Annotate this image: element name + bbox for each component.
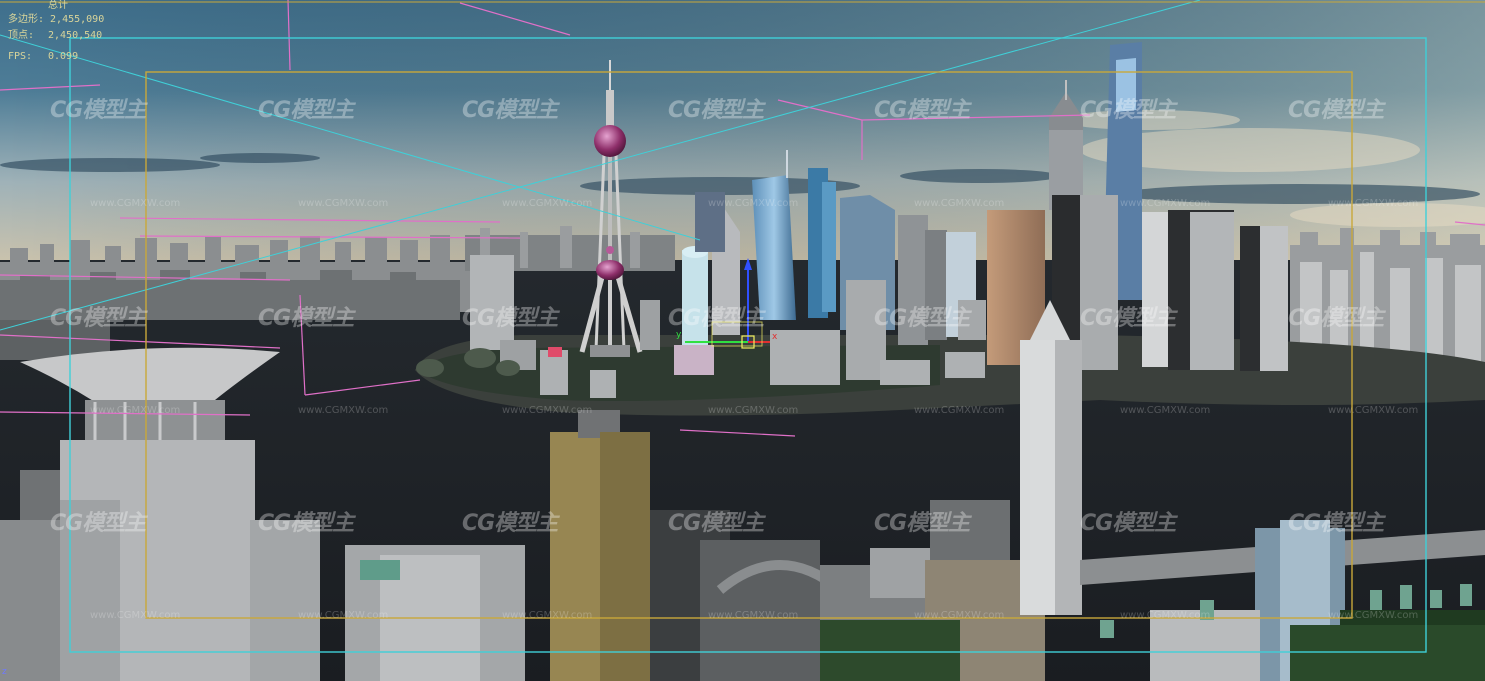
stats-header: 总计 — [8, 0, 104, 11]
fps-value: 0.099 — [48, 51, 79, 62]
vertices-value: 2,450,540 — [48, 30, 103, 41]
gizmo-x-label[interactable]: x — [772, 332, 777, 342]
fps-stat: FPS: 0.099 — [8, 51, 104, 62]
polygons-stat: 多边形: 2,455,090 — [8, 14, 104, 25]
city-scene[interactable] — [0, 0, 1485, 681]
axis-tripod-z-label: z — [2, 667, 7, 677]
vertices-stat: 顶点: 2,450,540 — [8, 30, 104, 41]
fps-label: FPS: — [8, 51, 33, 62]
polygons-label: 多边形: — [8, 14, 45, 25]
stats-header-label: 总计 — [48, 0, 68, 11]
3d-viewport[interactable]: 总计 多边形: 2,455,090 顶点: 2,450,540 FPS: 0.0… — [0, 0, 1485, 681]
polygons-value: 2,455,090 — [50, 14, 105, 25]
gizmo-y-label[interactable]: y — [676, 330, 681, 340]
vertices-label: 顶点: — [8, 30, 35, 41]
scene-statistics: 总计 多边形: 2,455,090 顶点: 2,450,540 FPS: 0.0… — [8, 0, 104, 67]
